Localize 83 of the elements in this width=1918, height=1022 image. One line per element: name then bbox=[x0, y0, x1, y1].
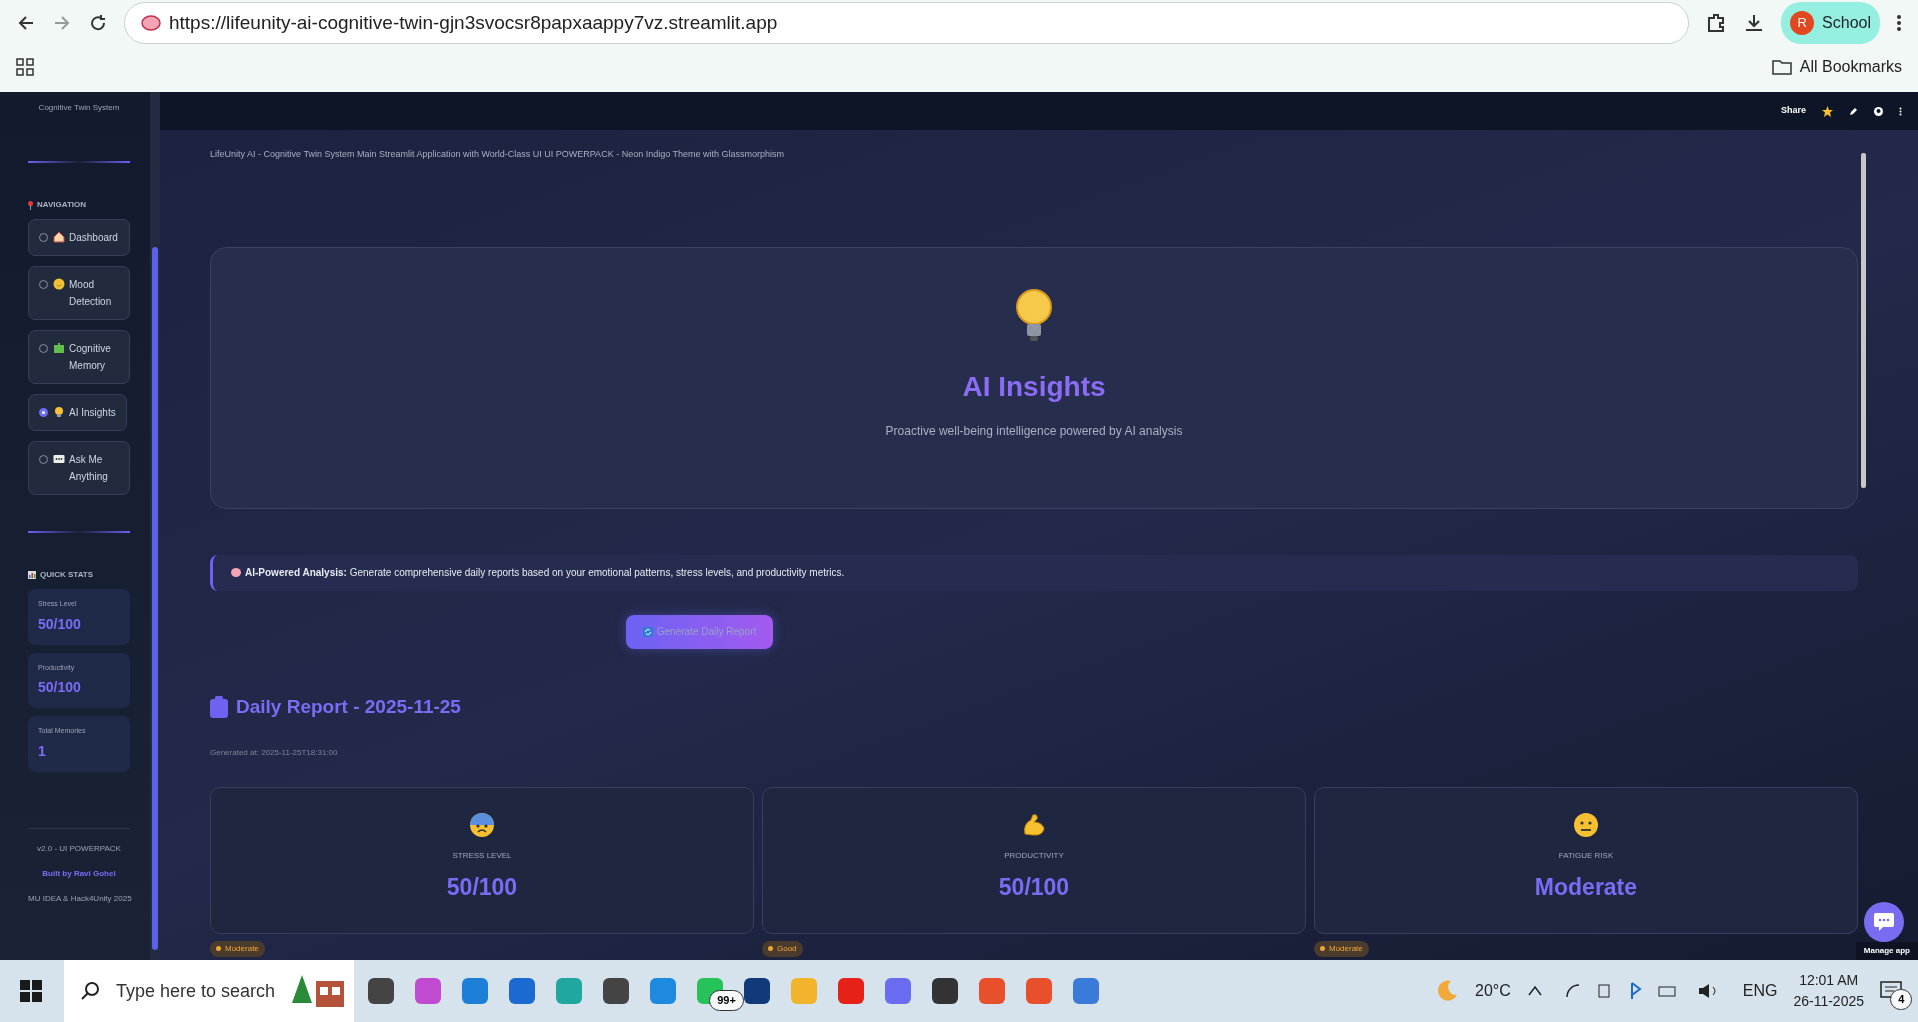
app-icon[interactable] bbox=[744, 978, 770, 1004]
stat-value: 50/100 bbox=[38, 614, 82, 634]
manage-app-button[interactable]: Manage app bbox=[1855, 942, 1918, 960]
address-bar[interactable]: https://lifeunity-ai-cognitive-twin-gjn3svocsr8papxaappy7vz.streamlit.app bbox=[124, 2, 1690, 44]
footer-text: v2.0 - UI POWERPACK bbox=[36, 842, 122, 855]
hero-subtitle: Proactive well-being intelligence powered by AI analysis bbox=[885, 422, 1183, 440]
app-icon[interactable] bbox=[603, 978, 629, 1004]
footer-text: Built by Ravi Gohel bbox=[41, 867, 117, 880]
nav-label: Cognitive Memory bbox=[69, 342, 112, 373]
chat-icon bbox=[1874, 913, 1894, 931]
taskbar-search-field[interactable]: Type here to search bbox=[64, 960, 354, 1022]
nav-option[interactable]: Dashboard bbox=[28, 219, 130, 256]
notification-badge: 99+ bbox=[709, 990, 744, 1011]
more-icon[interactable] bbox=[1899, 106, 1902, 116]
status-badge: Good bbox=[762, 940, 803, 957]
clock-time[interactable]: 12:01 AM bbox=[1793, 970, 1864, 991]
report-title: Daily Report - 2025-11-25 bbox=[236, 694, 461, 719]
apps-icon[interactable] bbox=[16, 58, 34, 76]
bookmarks-label: All Bookmarks bbox=[1799, 57, 1902, 77]
status-badge: Moderate bbox=[210, 940, 265, 957]
nav-option[interactable]: Cognitive Memory bbox=[28, 330, 130, 384]
nav-label: AI Insights bbox=[69, 406, 116, 420]
stat-value: 50/100 bbox=[38, 678, 82, 697]
puzzle-icon bbox=[53, 342, 65, 354]
clock-date[interactable]: 26-11-2025 bbox=[1793, 991, 1864, 1012]
app-icon[interactable] bbox=[932, 978, 958, 1004]
temperature[interactable]: 20°C bbox=[1475, 979, 1511, 1003]
search-placeholder: Type here to search bbox=[116, 979, 276, 1003]
star-icon[interactable] bbox=[1822, 105, 1833, 117]
nav-label: Mood Detection bbox=[69, 278, 113, 309]
notification-count: 4 bbox=[1890, 989, 1913, 1010]
metric-value: 50/100 bbox=[998, 873, 1070, 902]
nav-label: Ask Me Anything bbox=[69, 453, 109, 484]
lightbulb-icon bbox=[53, 406, 65, 418]
hero-title: AI Insights bbox=[962, 369, 1106, 404]
neutral-face-icon bbox=[1572, 812, 1599, 838]
metric-value: Moderate bbox=[1534, 873, 1638, 902]
sidebar-scrollbar[interactable] bbox=[150, 92, 160, 960]
info-message: AI-Powered Analysis: Generate comprehensive daily reports based on your emotional patterns, stress levels, and productivity metrics. bbox=[245, 566, 845, 580]
anxious-face-icon bbox=[469, 812, 495, 838]
metric-value: 50/100 bbox=[446, 873, 518, 902]
house-icon bbox=[53, 231, 65, 243]
profile-button[interactable]: R School bbox=[1781, 2, 1880, 44]
clipboard-icon bbox=[210, 695, 228, 718]
refresh-icon bbox=[642, 626, 653, 637]
folder-icon bbox=[1771, 59, 1792, 75]
nav-option[interactable]: Mood Detection bbox=[28, 266, 130, 320]
nav-option[interactable]: Ask Me Anything bbox=[28, 441, 130, 495]
chat-button[interactable] bbox=[1864, 902, 1904, 942]
url-text: https://lifeunity-ai-cognitive-twin-gjn3svocsr8papxaappy7vz.streamlit.app bbox=[169, 10, 778, 35]
bookmarks-folder[interactable]: All Bookmarks bbox=[1771, 55, 1902, 79]
smiley-icon bbox=[53, 278, 65, 290]
windows-start-icon[interactable] bbox=[20, 980, 42, 1002]
metric-label: PRODUCTIVITY bbox=[1004, 850, 1064, 862]
pencil-icon[interactable] bbox=[1849, 106, 1858, 116]
bar-chart-icon bbox=[28, 571, 36, 579]
page-caption: LifeUnity AI - Cognitive Twin System Main Streamlit Application with World-Class UI UI POWERPACK - Neon Indigo Theme with Glassmorphism bbox=[210, 148, 786, 161]
menu-icon[interactable] bbox=[1896, 13, 1902, 33]
sidebar-subtitle: Cognitive Twin System bbox=[37, 102, 121, 114]
reload-icon[interactable] bbox=[88, 13, 108, 33]
scrollbar-thumb[interactable] bbox=[152, 247, 158, 950]
generated-timestamp: Generated at: 2025-11-25T18:31:00 bbox=[210, 747, 339, 759]
footer-text: MU IDEA & Hack4Unity 2025 bbox=[28, 892, 130, 905]
nav-option[interactable]: AI Insights bbox=[28, 394, 127, 431]
profile-label: School bbox=[1822, 13, 1871, 33]
nav-label: Dashboard bbox=[69, 231, 118, 245]
stat-value: 1 bbox=[38, 741, 47, 761]
search-icon bbox=[80, 981, 100, 1001]
scrollbar-thumb[interactable] bbox=[1861, 153, 1866, 488]
lightbulb-icon bbox=[1014, 287, 1054, 344]
metric-label: FATIGUE RISK bbox=[1558, 850, 1614, 862]
language-indicator[interactable]: ENG bbox=[1742, 979, 1778, 1003]
section-heading: QUICK STATS bbox=[40, 569, 94, 581]
avatar: R bbox=[1790, 11, 1815, 35]
share-link[interactable]: Share bbox=[1781, 104, 1806, 118]
status-badge: Moderate bbox=[1313, 940, 1369, 957]
metric-label: STRESS LEVEL bbox=[452, 850, 512, 862]
app-icon[interactable] bbox=[368, 978, 394, 1004]
radio-button[interactable] bbox=[39, 408, 48, 417]
pin-icon bbox=[28, 200, 33, 210]
section-heading: NAVIGATION bbox=[37, 199, 87, 211]
site-icon bbox=[141, 14, 161, 32]
speech-bubble-icon bbox=[53, 453, 65, 465]
